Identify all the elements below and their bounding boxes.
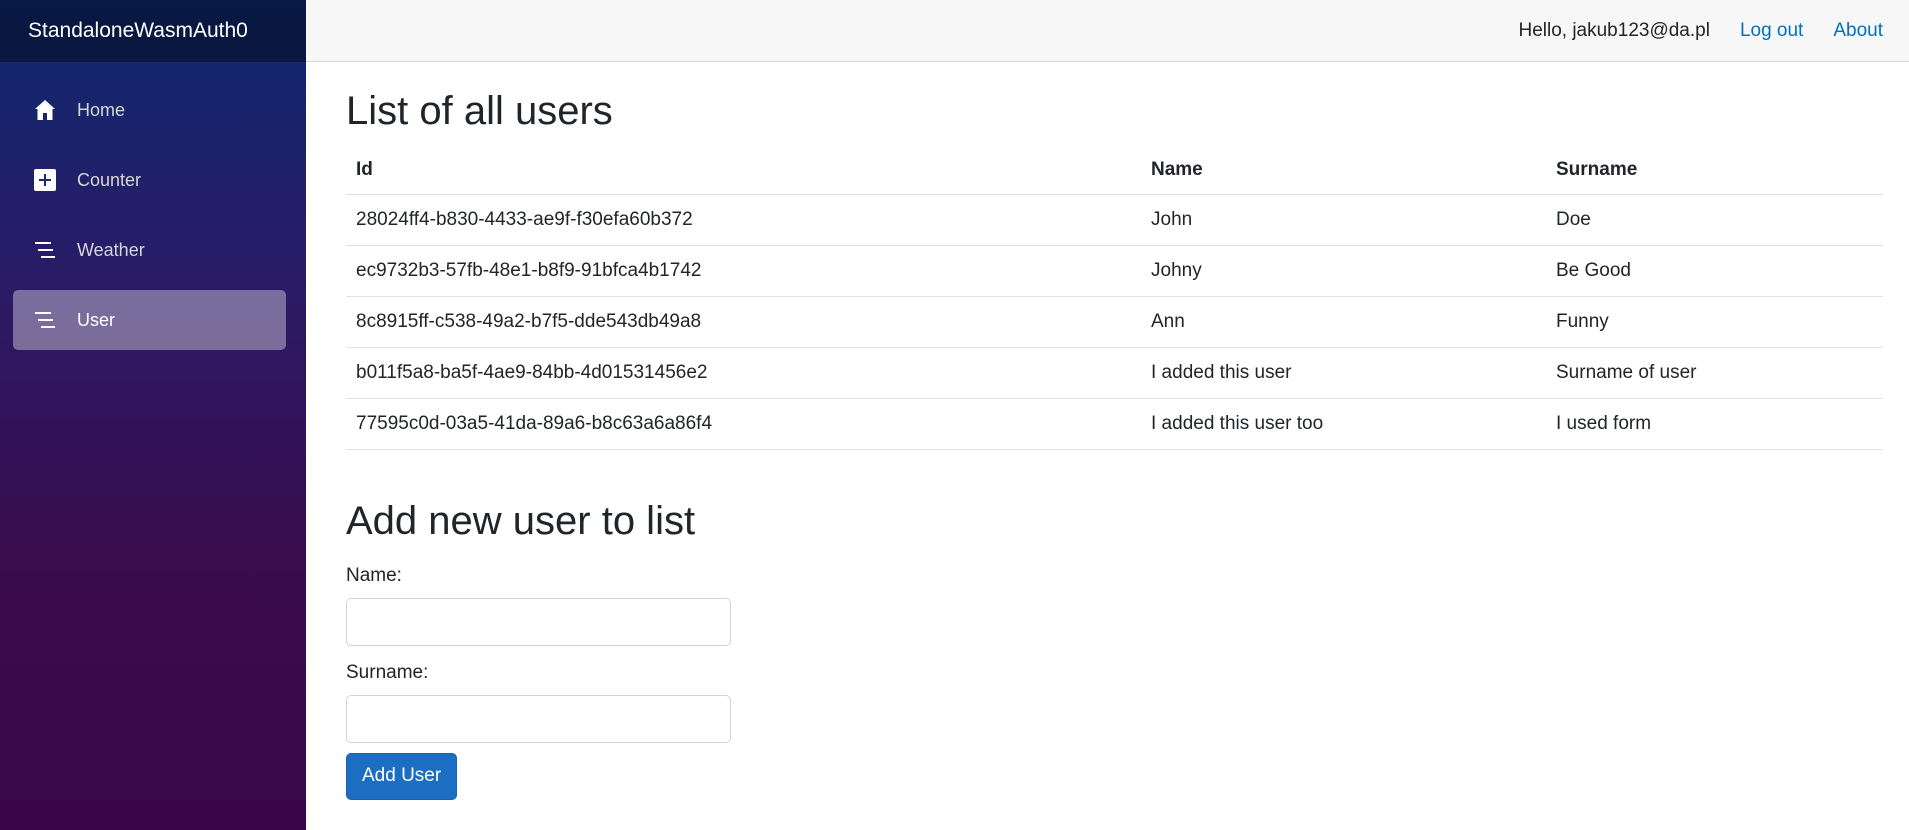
table-row: 77595c0d-03a5-41da-89a6-b8c63a6a86f4 I a…	[346, 398, 1883, 450]
cell-id: b011f5a8-ba5f-4ae9-84bb-4d01531456e2	[346, 347, 1141, 399]
sidebar-item-user[interactable]: User	[13, 290, 286, 350]
top-bar: Hello, jakub123@da.pl Log out About	[306, 0, 1909, 62]
cell-surname: Funny	[1546, 296, 1883, 348]
brand-bar: StandaloneWasmAuth0	[0, 0, 306, 62]
list-icon	[33, 308, 57, 332]
form-title: Add new user to list	[346, 498, 696, 543]
name-label: Name:	[346, 564, 402, 586]
user-greeting: Hello, jakub123@da.pl	[1518, 19, 1710, 41]
sidebar-item-weather[interactable]: Weather	[13, 220, 286, 280]
cell-name: John	[1141, 194, 1546, 246]
cell-name: I added this user	[1141, 347, 1546, 399]
page-title: List of all users	[346, 89, 613, 133]
sidebar-item-label: Home	[77, 99, 126, 120]
surname-label: Surname:	[346, 661, 429, 683]
users-table: Id Name Surname 28024ff4-b830-4433-ae9f-…	[346, 146, 1883, 450]
column-header-name: Name	[1141, 146, 1546, 195]
main-content: List of all users Id Name Surname 28024f…	[346, 62, 1883, 800]
cell-id: ec9732b3-57fb-48e1-b8f9-91bfca4b1742	[346, 245, 1141, 297]
surname-input[interactable]	[346, 694, 731, 743]
table-row: 8c8915ff-c538-49a2-b7f5-dde543db49a8 Ann…	[346, 296, 1883, 348]
table-header-row: Id Name Surname	[346, 146, 1883, 195]
cell-surname: Doe	[1546, 194, 1883, 246]
cell-surname: I used form	[1546, 398, 1883, 450]
name-input[interactable]	[346, 597, 731, 646]
home-icon	[33, 98, 57, 122]
list-icon	[33, 238, 57, 262]
cell-surname: Surname of user	[1546, 347, 1883, 399]
table-row: 28024ff4-b830-4433-ae9f-f30efa60b372 Joh…	[346, 194, 1883, 246]
sidebar-nav: Home Counter Weather User	[0, 62, 306, 350]
about-link[interactable]: About	[1833, 20, 1883, 42]
sidebar-item-counter[interactable]: Counter	[13, 150, 286, 210]
sidebar-item-label: Weather	[77, 239, 145, 260]
add-user-form: Name: Surname: Add User	[346, 565, 1883, 800]
table-row: b011f5a8-ba5f-4ae9-84bb-4d01531456e2 I a…	[346, 347, 1883, 399]
sidebar: StandaloneWasmAuth0 Home Counter Weather…	[0, 0, 306, 830]
column-header-id: Id	[346, 146, 1141, 195]
sidebar-item-label: User	[77, 309, 116, 330]
cell-name: I added this user too	[1141, 398, 1546, 450]
column-header-surname: Surname	[1546, 146, 1883, 195]
cell-id: 77595c0d-03a5-41da-89a6-b8c63a6a86f4	[346, 398, 1141, 450]
cell-name: Ann	[1141, 296, 1546, 348]
cell-surname: Be Good	[1546, 245, 1883, 297]
cell-id: 8c8915ff-c538-49a2-b7f5-dde543db49a8	[346, 296, 1141, 348]
table-row: ec9732b3-57fb-48e1-b8f9-91bfca4b1742 Joh…	[346, 245, 1883, 297]
plus-square-icon	[33, 168, 57, 192]
cell-name: Johny	[1141, 245, 1546, 297]
sidebar-item-label: Counter	[77, 169, 142, 190]
add-user-button[interactable]: Add User	[346, 752, 458, 800]
app-brand[interactable]: StandaloneWasmAuth0	[28, 19, 248, 43]
cell-id: 28024ff4-b830-4433-ae9f-f30efa60b372	[346, 194, 1141, 246]
logout-link[interactable]: Log out	[1740, 20, 1803, 42]
sidebar-item-home[interactable]: Home	[13, 80, 286, 140]
